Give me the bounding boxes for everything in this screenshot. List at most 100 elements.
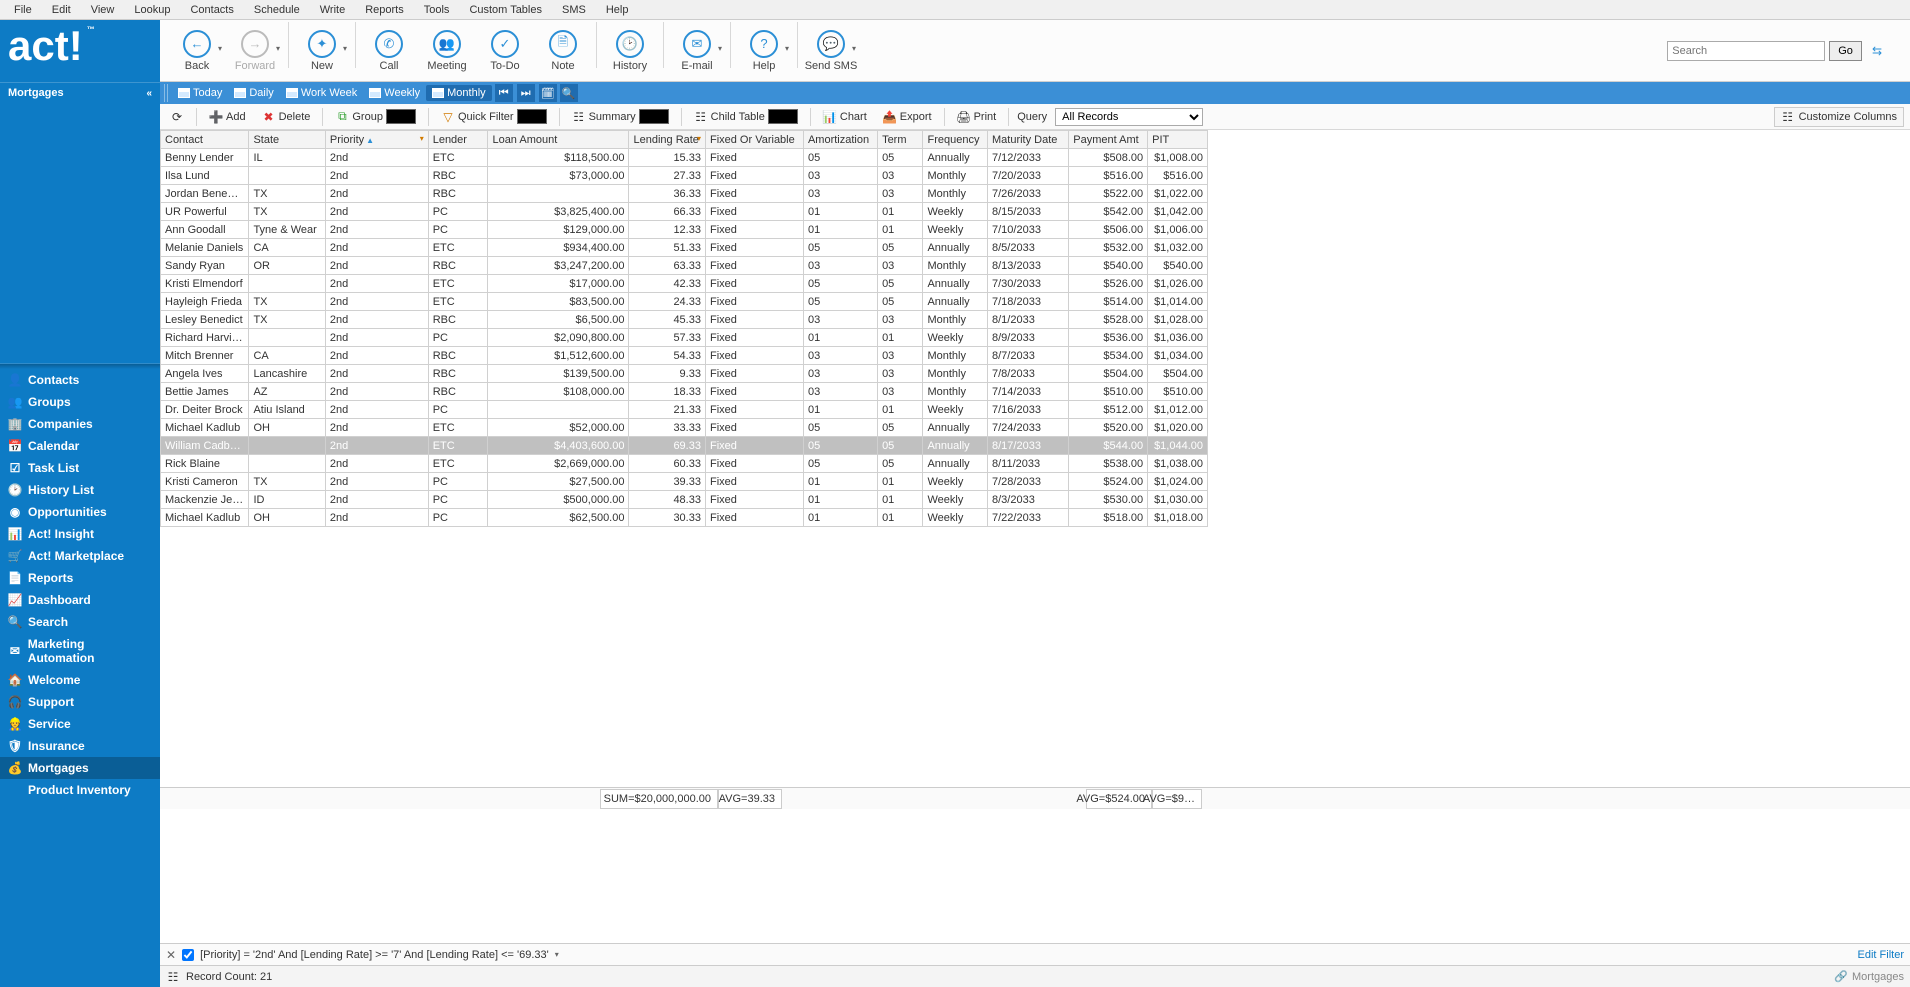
cell[interactable]: 01 (878, 491, 923, 509)
cell[interactable]: 66.33 (629, 203, 705, 221)
col-contact[interactable]: Contact (161, 131, 249, 149)
table-row[interactable]: Kristi CameronTX2ndPC$27,500.0039.33Fixe… (161, 473, 1208, 491)
cell[interactable]: 2nd (325, 275, 428, 293)
cell[interactable]: 7/10/2033 (988, 221, 1069, 239)
grip-icon[interactable] (164, 84, 170, 102)
cell[interactable]: Fixed (705, 257, 803, 275)
table-row[interactable]: Michael KadlubOH2ndPC$62,500.0030.33Fixe… (161, 509, 1208, 527)
menu-sms[interactable]: SMS (552, 2, 596, 18)
toolbar-note-button[interactable]: 🗎Note (534, 22, 592, 80)
view-tab-monthly[interactable]: Monthly (426, 85, 492, 101)
go-button[interactable]: Go (1829, 41, 1862, 61)
cell[interactable]: IL (249, 149, 325, 167)
cell[interactable]: ETC (428, 419, 488, 437)
cell[interactable]: 03 (803, 167, 877, 185)
sidebar-item-act-marketplace[interactable]: 🛒Act! Marketplace (0, 545, 160, 567)
cell[interactable]: $504.00 (1069, 365, 1148, 383)
summary-button[interactable]: ☷Summary (568, 107, 673, 126)
table-row[interactable]: Richard Harvison2ndPC$2,090,800.0057.33F… (161, 329, 1208, 347)
cell[interactable]: $1,018.00 (1148, 509, 1208, 527)
cell[interactable]: 69.33 (629, 437, 705, 455)
cell[interactable]: PC (428, 473, 488, 491)
cell[interactable] (249, 329, 325, 347)
cell[interactable] (249, 437, 325, 455)
cell[interactable]: Bettie James (161, 383, 249, 401)
cell[interactable]: 05 (878, 239, 923, 257)
cell[interactable]: 7/24/2033 (988, 419, 1069, 437)
cell[interactable]: PC (428, 221, 488, 239)
cell[interactable]: 03 (803, 347, 877, 365)
cell[interactable]: Weekly (923, 221, 988, 239)
cell[interactable]: UR Powerful (161, 203, 249, 221)
cell[interactable]: CA (249, 239, 325, 257)
cell[interactable]: OR (249, 257, 325, 275)
sidebar-item-insurance[interactable]: 🛡Insurance (0, 735, 160, 757)
cell[interactable]: Fixed (705, 203, 803, 221)
cell[interactable]: PC (428, 509, 488, 527)
group-button[interactable]: ⧉Group (331, 107, 420, 126)
chart-button[interactable]: 📊Chart (819, 108, 871, 126)
toolbar-back-button[interactable]: ←Back▾ (168, 22, 226, 80)
cell[interactable]: Ilsa Lund (161, 167, 249, 185)
cell[interactable]: Sandy Ryan (161, 257, 249, 275)
cell[interactable] (488, 185, 629, 203)
cell[interactable]: PC (428, 491, 488, 509)
cell[interactable]: 48.33 (629, 491, 705, 509)
cell[interactable]: Lancashire (249, 365, 325, 383)
cell[interactable]: 15.33 (629, 149, 705, 167)
table-row[interactable]: Lesley BenedictTX2ndRBC$6,500.0045.33Fix… (161, 311, 1208, 329)
cell[interactable]: 27.33 (629, 167, 705, 185)
cell[interactable]: 45.33 (629, 311, 705, 329)
sidebar-item-support[interactable]: 🎧Support (0, 691, 160, 713)
cell[interactable]: 05 (803, 149, 877, 167)
cell[interactable]: Fixed (705, 275, 803, 293)
sidebar-collapse-icon[interactable]: « (146, 88, 152, 99)
filter-enable-checkbox[interactable] (182, 949, 194, 961)
cell[interactable]: 2nd (325, 491, 428, 509)
cell[interactable]: 01 (803, 491, 877, 509)
cell[interactable]: $1,032.00 (1148, 239, 1208, 257)
cell[interactable]: 7/8/2033 (988, 365, 1069, 383)
table-row[interactable]: Mitch BrennerCA2ndRBC$1,512,600.0054.33F… (161, 347, 1208, 365)
cell[interactable]: RBC (428, 167, 488, 185)
cell[interactable]: Jordan Benedict (161, 185, 249, 203)
cell[interactable]: 05 (803, 293, 877, 311)
cell[interactable]: $1,022.00 (1148, 185, 1208, 203)
cell[interactable]: 8/7/2033 (988, 347, 1069, 365)
cell[interactable]: 03 (878, 383, 923, 401)
cell[interactable]: 01 (803, 473, 877, 491)
search-input[interactable] (1667, 41, 1825, 61)
sidebar-item-task-list[interactable]: ☑Task List (0, 457, 160, 479)
cell[interactable]: RBC (428, 347, 488, 365)
table-row[interactable]: Benny LenderIL2ndETC$118,500.0015.33Fixe… (161, 149, 1208, 167)
sidebar-item-opportunities[interactable]: ◉Opportunities (0, 501, 160, 523)
toolbar-meeting-button[interactable]: 👥Meeting (418, 22, 476, 80)
cell[interactable]: Annually (923, 239, 988, 257)
cell[interactable]: $3,825,400.00 (488, 203, 629, 221)
cell[interactable]: 01 (878, 329, 923, 347)
cell[interactable]: 2nd (325, 311, 428, 329)
cell[interactable]: OH (249, 509, 325, 527)
cell[interactable]: $1,012.00 (1148, 401, 1208, 419)
col-payment-amt[interactable]: Payment Amt (1069, 131, 1148, 149)
sidebar-item-mortgages[interactable]: 💰Mortgages (0, 757, 160, 779)
cell[interactable]: Lesley Benedict (161, 311, 249, 329)
menu-reports[interactable]: Reports (355, 2, 414, 18)
cell[interactable]: Annually (923, 275, 988, 293)
cell[interactable]: AZ (249, 383, 325, 401)
cell[interactable]: 03 (878, 257, 923, 275)
cell[interactable]: $514.00 (1069, 293, 1148, 311)
cell[interactable]: $520.00 (1069, 419, 1148, 437)
cell[interactable]: 05 (878, 149, 923, 167)
cell[interactable]: 2nd (325, 365, 428, 383)
search-icon[interactable]: 🔍 (560, 84, 578, 102)
table-row[interactable]: UR PowerfulTX2ndPC$3,825,400.0066.33Fixe… (161, 203, 1208, 221)
col-frequency[interactable]: Frequency (923, 131, 988, 149)
cell[interactable]: Melanie Daniels (161, 239, 249, 257)
cell[interactable]: $526.00 (1069, 275, 1148, 293)
cell[interactable]: Fixed (705, 419, 803, 437)
cell[interactable]: 03 (803, 257, 877, 275)
cell[interactable]: 2nd (325, 347, 428, 365)
cell[interactable]: 57.33 (629, 329, 705, 347)
toolbar-e-mail-button[interactable]: ✉E-mail▾ (668, 22, 726, 80)
